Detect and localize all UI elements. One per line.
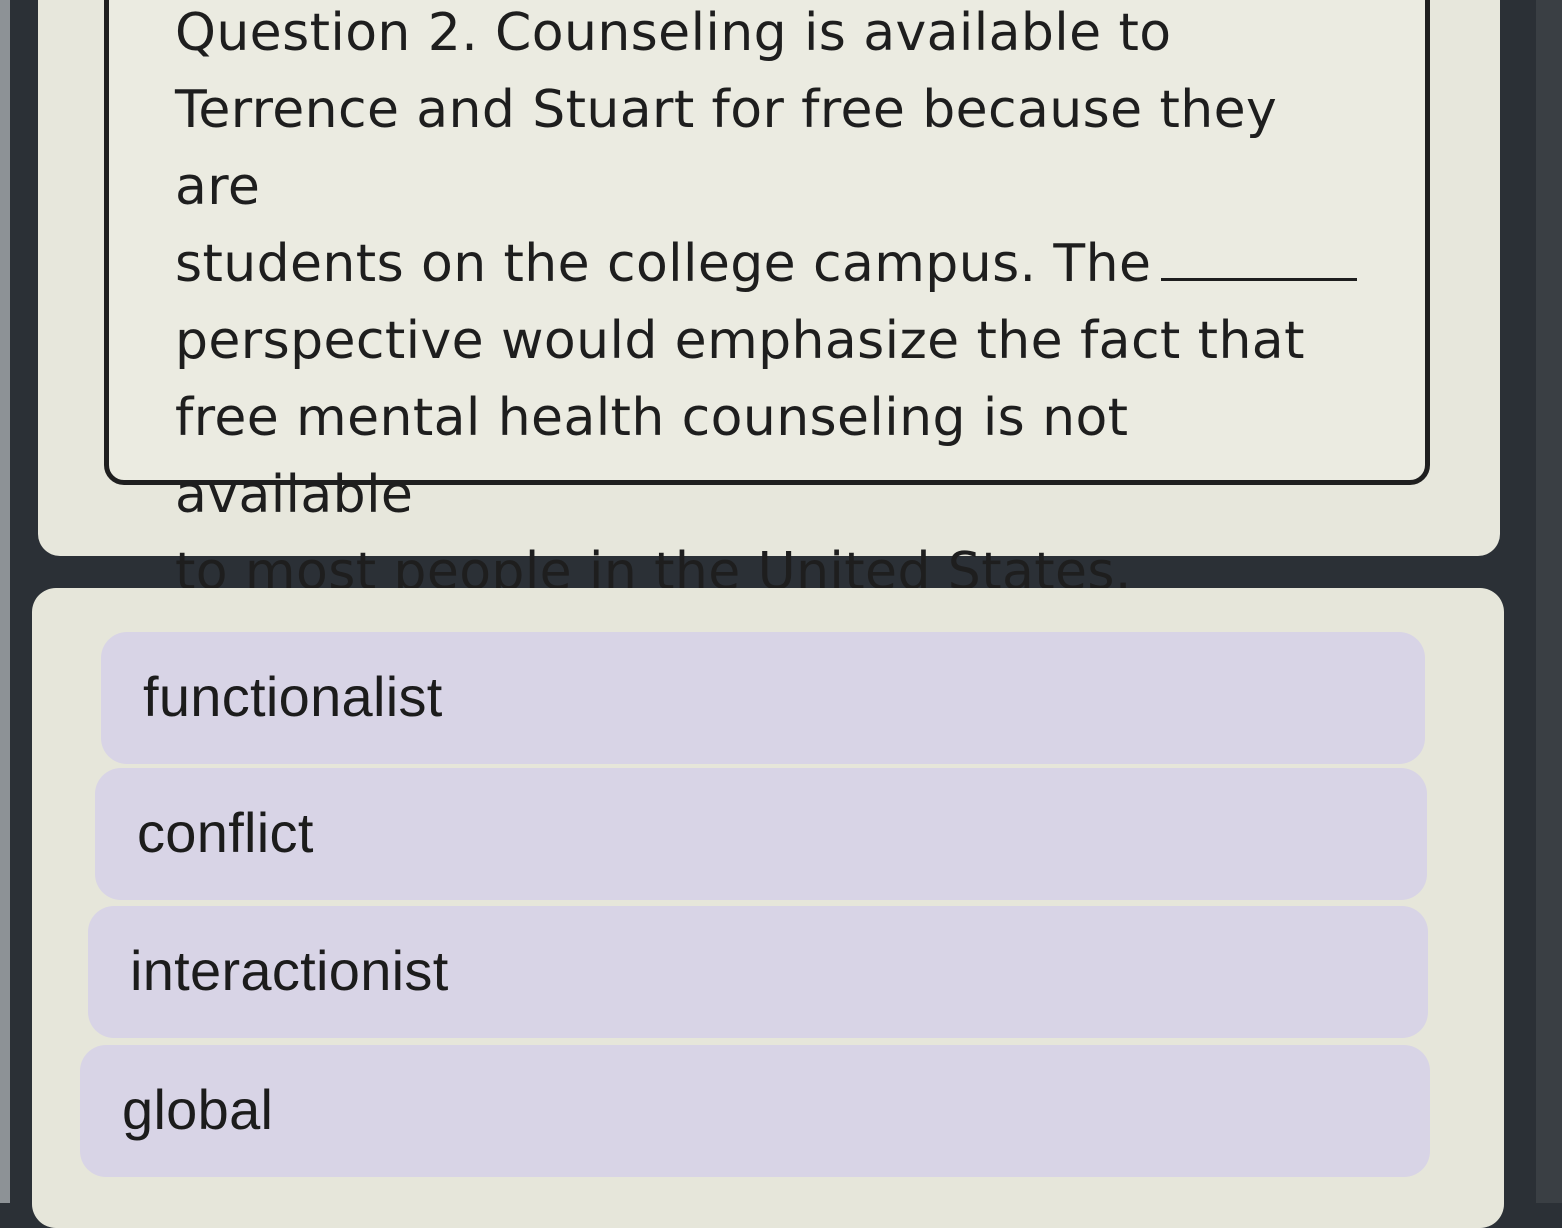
- question-line-4: perspective would emphasize the fact tha…: [175, 311, 1305, 371]
- answer-option-label: functionalist: [143, 665, 443, 728]
- question-text: Question 2. Counseling is available to T…: [175, 0, 1375, 611]
- question-line-5: free mental health counseling is not ava…: [175, 388, 1129, 525]
- answer-option-global[interactable]: global: [80, 1045, 1430, 1177]
- answer-option-label: conflict: [137, 801, 314, 864]
- answer-option-conflict[interactable]: conflict: [95, 768, 1427, 900]
- question-box: Question 2. Counseling is available to T…: [104, 0, 1430, 602]
- question-line-2: Terrence and Stuart for free because the…: [175, 80, 1278, 217]
- answer-option-label: interactionist: [130, 939, 449, 1002]
- right-screen-edge: [1536, 0, 1562, 1203]
- question-line-1: Question 2. Counseling is available to: [175, 3, 1172, 63]
- answer-blank: [1161, 276, 1358, 281]
- answer-option-interactionist[interactable]: interactionist: [88, 906, 1428, 1038]
- answer-option-label: global: [122, 1078, 274, 1141]
- answer-option-functionalist[interactable]: functionalist: [101, 632, 1425, 764]
- left-screen-edge: [0, 0, 10, 1203]
- question-line-3: students on the college campus. The: [175, 234, 1152, 294]
